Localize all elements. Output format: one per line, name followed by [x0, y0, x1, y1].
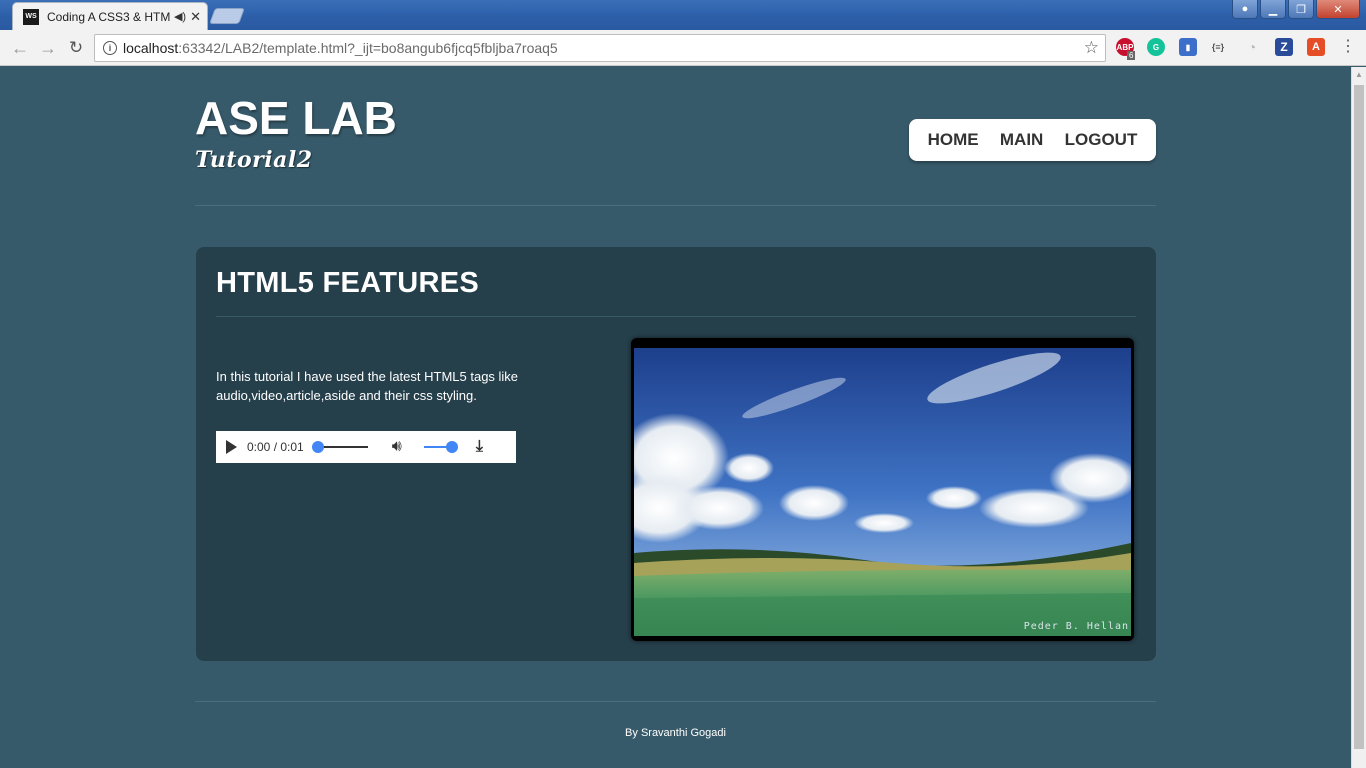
article-panel: HTML5 FEATURES In this tutorial I have u… — [196, 247, 1156, 661]
audio-player: 0:00 / 0:01 🔊︎ ⤓ — [216, 431, 516, 463]
address-bar[interactable]: i localhost :63342/LAB2/template.html?_i… — [94, 34, 1106, 62]
window-controls: ● ▁ ❐ ✕ — [1232, 0, 1360, 19]
reload-icon[interactable]: ↻ — [64, 36, 88, 60]
site-title: ASE LAB — [195, 92, 397, 144]
acrobat-icon[interactable]: A — [1307, 38, 1325, 56]
video-player[interactable]: Peder B. Hellan — [631, 338, 1134, 641]
adblock-count-badge: 6 — [1127, 51, 1136, 60]
back-arrow-icon[interactable]: ← — [8, 36, 32, 60]
nav-home-link[interactable]: HOME — [928, 130, 979, 150]
footer-divider — [195, 701, 1156, 702]
play-icon[interactable] — [226, 440, 237, 454]
window-titlebar: WS Coding A CSS3 & HTM ◀) ✕ ● ▁ ❐ ✕ — [0, 0, 1366, 30]
url-host: localhost — [123, 40, 179, 56]
restore-button[interactable]: ❐ — [1288, 0, 1314, 19]
zotero-label: Z — [1280, 40, 1288, 54]
page-scrollbar[interactable]: ▲ — [1351, 67, 1366, 768]
article-divider — [216, 316, 1136, 317]
minimize-button[interactable]: ▁ — [1260, 0, 1286, 19]
tab-title: Coding A CSS3 & HTM — [47, 9, 170, 24]
header-divider — [195, 205, 1156, 206]
bookmark-star-icon[interactable]: ☆ — [1084, 38, 1099, 58]
main-nav: HOME MAIN LOGOUT — [909, 119, 1156, 161]
video-watermark: Peder B. Hellan — [1023, 621, 1129, 632]
url-path: :63342/LAB2/template.html?_ijt=bo8angub6… — [178, 40, 558, 56]
ghostery-icon[interactable]: ◔ — [1243, 38, 1261, 56]
bookmark-extension-icon[interactable]: ▮ — [1179, 38, 1197, 56]
landscape-image — [634, 348, 1131, 636]
site-subtitle: Tutorial2 — [195, 147, 313, 173]
zotero-icon[interactable]: Z — [1275, 38, 1293, 56]
browser-tab[interactable]: WS Coding A CSS3 & HTM ◀) ✕ — [12, 2, 208, 30]
scroll-up-arrow-icon[interactable]: ▲ — [1352, 67, 1366, 83]
scrollbar-thumb[interactable] — [1354, 85, 1364, 749]
forward-arrow-icon[interactable]: → — [36, 36, 60, 60]
audio-time: 0:00 / 0:01 — [247, 440, 304, 454]
footer-text: By Sravanthi Gogadi — [625, 727, 726, 739]
speaker-icon[interactable]: ◀) — [174, 10, 186, 23]
grammarly-label: G — [1152, 42, 1160, 52]
close-window-button[interactable]: ✕ — [1316, 0, 1360, 19]
new-tab-button[interactable] — [209, 8, 245, 24]
browser-toolbar: ← → ↻ i localhost :63342/LAB2/template.h… — [0, 30, 1366, 66]
user-icon[interactable]: ● — [1232, 0, 1258, 19]
article-text: In this tutorial I have used the latest … — [216, 369, 519, 403]
article-title: HTML5 FEATURES — [216, 267, 480, 299]
webstorm-icon: WS — [23, 8, 39, 25]
grammarly-icon[interactable]: G — [1147, 38, 1165, 56]
audio-seek-slider[interactable] — [311, 441, 368, 453]
nav-logout-link[interactable]: LOGOUT — [1065, 130, 1138, 150]
tab-close-icon[interactable]: ✕ — [190, 9, 201, 25]
download-icon[interactable]: ⤓ — [476, 438, 483, 456]
seek-knob[interactable] — [311, 441, 324, 453]
json-viewer-icon[interactable]: {≡} — [1209, 38, 1227, 56]
info-icon[interactable]: i — [103, 41, 117, 55]
volume-icon[interactable]: 🔊︎ — [392, 438, 402, 456]
json-viewer-label: {≡} — [1211, 42, 1225, 52]
acrobat-label: A — [1312, 41, 1320, 53]
menu-kebab-icon[interactable]: ⋮ — [1340, 38, 1356, 56]
nav-main-link[interactable]: MAIN — [1000, 130, 1043, 150]
volume-slider[interactable] — [423, 441, 458, 453]
page: ASE LAB Tutorial2 HOME MAIN LOGOUT HTML5… — [0, 67, 1351, 768]
landscape-video-frame: Peder B. Hellan — [634, 348, 1131, 636]
volume-knob[interactable] — [445, 441, 458, 453]
